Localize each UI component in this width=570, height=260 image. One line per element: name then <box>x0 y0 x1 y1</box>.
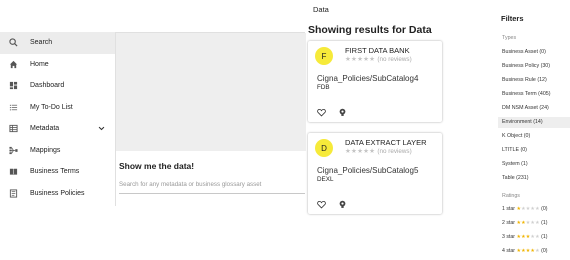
filter-type-item[interactable]: Business Policy (30) <box>498 61 570 72</box>
sidebar-item-label: Search <box>30 39 53 47</box>
star-icons: ★★★★★ <box>345 148 376 155</box>
filter-type-item[interactable]: Business Term (405) <box>498 89 570 100</box>
rating-count: (1) <box>541 220 548 226</box>
avatar: D <box>315 139 333 157</box>
rating-stars: ★★★★★ (no reviews) <box>345 56 412 63</box>
filter-type-item[interactable]: Table (231) <box>498 173 570 184</box>
card-actions <box>317 104 347 122</box>
sidebar-item-mappings[interactable]: Mappings <box>0 140 115 162</box>
sidebar-item-business-policies[interactable]: Business Policies <box>0 183 115 205</box>
result-card[interactable]: D DATA EXTRACT LAYER ★★★★★ (no reviews) … <box>308 133 442 214</box>
star-icon: ★ <box>535 234 540 240</box>
results-panel: Data Showing results for Data F FIRST DA… <box>306 0 444 260</box>
sidebar-item-business-terms[interactable]: Business Terms <box>0 161 115 183</box>
list-icon <box>8 102 18 112</box>
filters-title: Filters <box>501 14 524 23</box>
star-icon: ★ <box>535 206 540 212</box>
result-card[interactable]: F FIRST DATA BANK ★★★★★ (no reviews) Cig… <box>308 41 442 122</box>
sidebar-item-dashboard[interactable]: Dashboard <box>0 75 115 97</box>
results-heading: Showing results for Data <box>308 24 432 36</box>
result-name[interactable]: DATA EXTRACT LAYER <box>345 138 427 147</box>
star-icon: ★ <box>535 248 540 254</box>
dashboard-icon <box>8 81 18 91</box>
search-panel: Show me the data! Search for any metadat… <box>115 32 306 206</box>
rating-filter-item[interactable]: 3 star ★★★★★ (1) <box>502 234 548 240</box>
rating-label: 2 star <box>502 220 515 226</box>
card-actions <box>317 196 347 214</box>
star-icons: ★★★★★ <box>345 56 376 63</box>
sidebar-item-label: Home <box>30 60 49 68</box>
rating-label: 4 star <box>502 248 515 254</box>
filter-type-item[interactable]: Business Asset (0) <box>498 47 570 58</box>
result-name[interactable]: FIRST DATA BANK <box>345 46 410 55</box>
types-section-label: Types <box>502 35 517 41</box>
filter-type-item[interactable]: DM NSM Asset (24) <box>498 103 570 114</box>
sidebar-item-label: Mappings <box>30 146 61 154</box>
sidebar-item-search[interactable]: Search <box>0 32 115 54</box>
search-panel-title: Show me the data! <box>119 161 195 171</box>
sidebar-item-home[interactable]: Home <box>0 54 115 76</box>
avatar: F <box>315 47 333 65</box>
filter-type-item[interactable]: LTITLE (0) <box>498 145 570 156</box>
result-code: FDB <box>317 84 330 91</box>
lightbulb-icon[interactable] <box>338 196 347 214</box>
star-icon: ★ <box>535 220 540 226</box>
book-icon <box>8 167 18 177</box>
review-count: (no reviews) <box>377 56 412 63</box>
filters-panel: Filters Types Business Asset (0) Business… <box>498 0 570 260</box>
home-icon <box>8 59 18 69</box>
sidebar-item-metadata[interactable]: Metadata <box>0 118 115 140</box>
result-code: DEXL <box>317 176 334 183</box>
rating-filter-item[interactable]: 4 star ★★★★★ (0) <box>502 248 548 254</box>
heart-icon[interactable] <box>317 104 326 122</box>
search-query-label: Data <box>313 5 329 14</box>
rating-filter-item[interactable]: 1 star ★★★★★ (0) <box>502 206 548 212</box>
banner-image <box>116 33 306 151</box>
sidebar-item-label: Business Terms <box>30 168 80 176</box>
rating-stars: ★★★★★ (no reviews) <box>345 148 412 155</box>
sidebar-item-label: Metadata <box>30 125 60 133</box>
sidebar-item-todo[interactable]: My To-Do List <box>0 97 115 119</box>
review-count: (no reviews) <box>377 148 412 155</box>
result-path: Cigna_Policies/SubCatalog5 <box>317 166 419 175</box>
mappings-icon <box>8 145 18 155</box>
sidebar: Search Home Dashboard My To-Do List Meta… <box>0 32 115 212</box>
lightbulb-icon[interactable] <box>338 104 347 122</box>
filter-type-item[interactable]: Environment (14) <box>498 117 570 128</box>
result-path: Cigna_Policies/SubCatalog4 <box>317 74 419 83</box>
rating-filter-item[interactable]: 2 star ★★★★★ (1) <box>502 220 548 226</box>
filter-type-item[interactable]: Business Rule (12) <box>498 75 570 86</box>
search-input[interactable]: Search for any metadata or business glos… <box>119 178 305 194</box>
sidebar-item-label: Business Policies <box>30 189 85 197</box>
rating-label: 1 star <box>502 206 515 212</box>
table-icon <box>8 124 18 134</box>
chevron-down-icon[interactable] <box>98 125 105 132</box>
rating-count: (1) <box>541 234 548 240</box>
heart-icon[interactable] <box>317 196 326 214</box>
filter-type-item[interactable]: K Object (0) <box>498 131 570 142</box>
rating-label: 3 star <box>502 234 515 240</box>
filter-type-item[interactable]: System (1) <box>498 159 570 170</box>
rating-count: (0) <box>541 206 548 212</box>
ratings-section-label: Ratings <box>502 193 520 199</box>
sidebar-item-label: My To-Do List <box>30 103 73 111</box>
rating-count: (0) <box>541 248 548 254</box>
app-root: Search Home Dashboard My To-Do List Meta… <box>0 0 570 260</box>
policy-icon <box>8 188 18 198</box>
search-icon <box>8 38 18 48</box>
sidebar-item-label: Dashboard <box>30 82 65 90</box>
